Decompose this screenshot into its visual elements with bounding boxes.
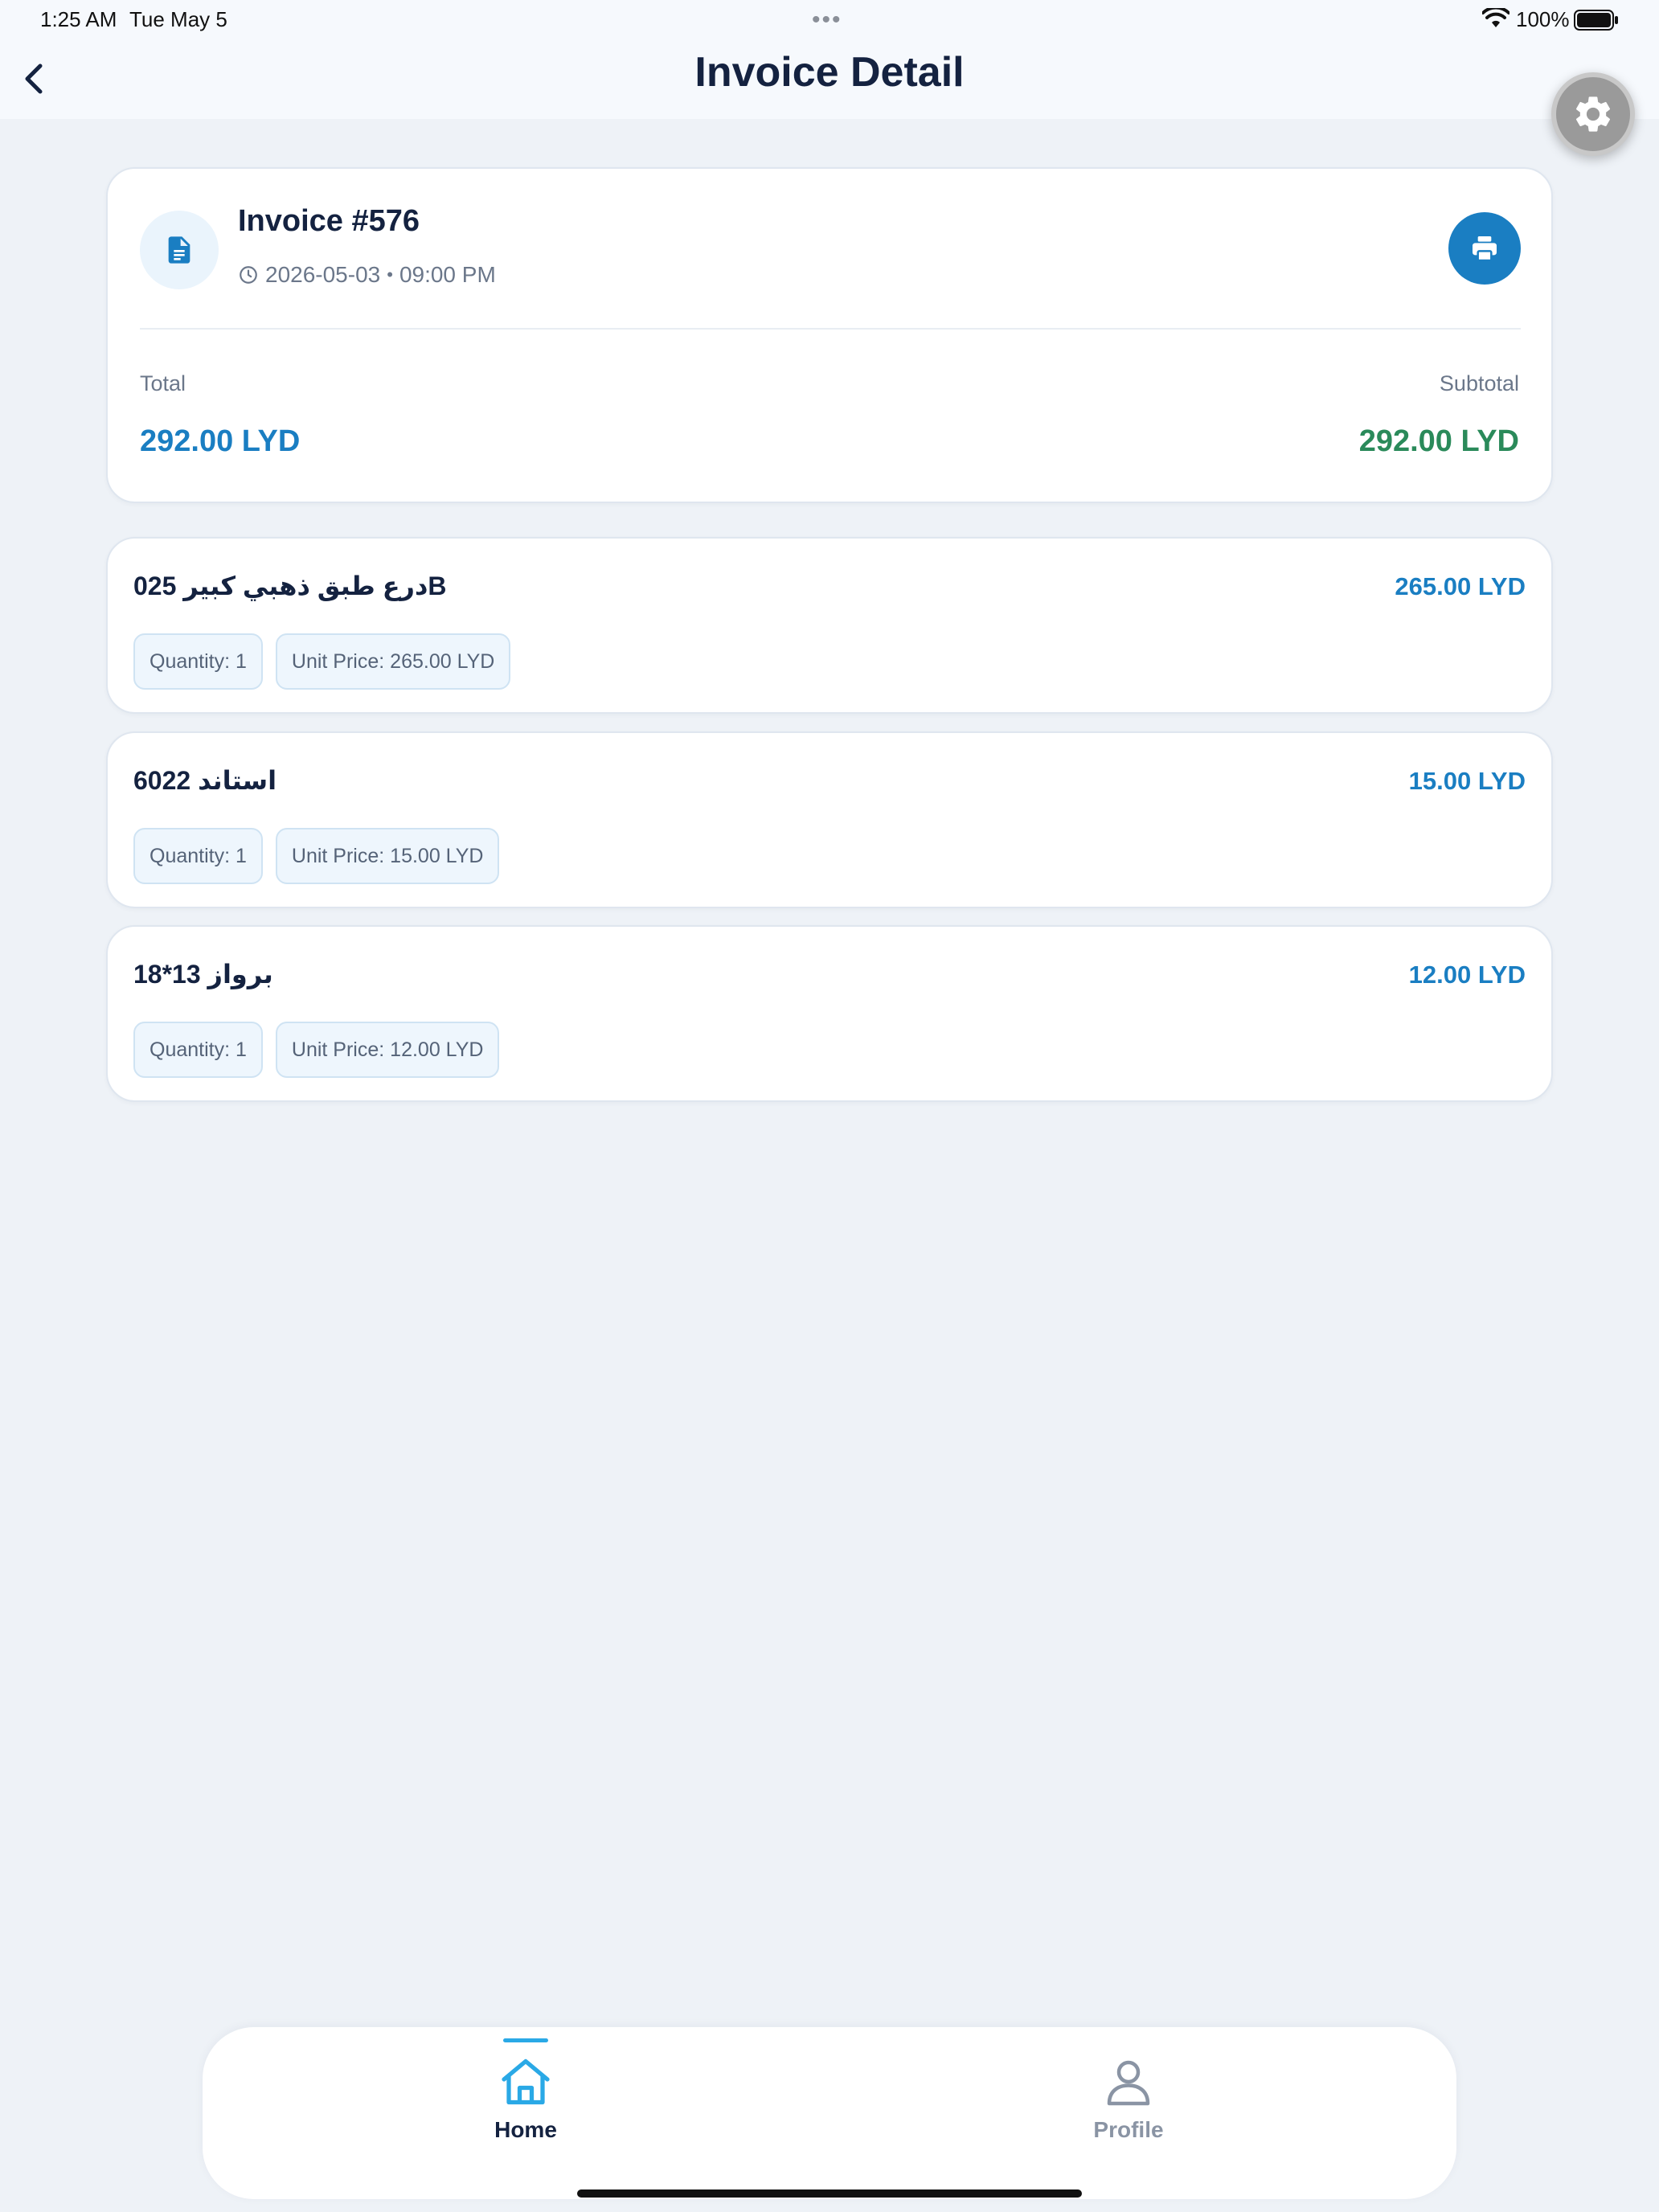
active-tab-indicator xyxy=(503,2038,548,2042)
invoice-date: 2026-05-03 xyxy=(265,262,381,287)
home-indicator[interactable] xyxy=(577,2189,1082,2198)
status-date: Tue May 5 xyxy=(129,7,227,31)
home-icon xyxy=(502,2058,550,2105)
navigation-bar: Invoice Detail xyxy=(0,39,1659,119)
line-item: درع طبق ذهبي كبير 025B 265.00 LYD Quanti… xyxy=(106,537,1553,714)
item-chips: Quantity: 1 Unit Price: 15.00 LYD xyxy=(133,828,500,884)
subtotal-value: 292.00 LYD xyxy=(1358,424,1519,458)
item-name: درع طبق ذهبي كبير 025B xyxy=(133,571,447,600)
tab-profile-label: Profile xyxy=(1093,2117,1164,2142)
quantity-chip: Quantity: 1 xyxy=(133,1022,263,1078)
document-icon xyxy=(168,236,190,264)
invoice-icon-badge xyxy=(140,211,219,289)
item-name: برواز 13*18 xyxy=(133,960,273,989)
invoice-datetime: 2026-05-03 • 09:00 PM xyxy=(238,262,496,288)
item-chips: Quantity: 1 Unit Price: 265.00 LYD xyxy=(133,633,511,690)
multitasking-dots[interactable]: ••• xyxy=(812,6,842,34)
total-value: 292.00 LYD xyxy=(140,424,301,458)
print-button[interactable] xyxy=(1448,212,1521,285)
clock-icon xyxy=(240,266,257,284)
gear-icon xyxy=(1575,96,1611,132)
status-time: 1:25 AM xyxy=(40,7,117,31)
item-total: 265.00 LYD xyxy=(1395,572,1526,600)
settings-button[interactable] xyxy=(1551,72,1635,156)
page-title: Invoice Detail xyxy=(694,49,965,96)
item-name: استاند 6022 xyxy=(133,766,277,795)
status-bar: 1:25 AM Tue May 5 ••• 100% xyxy=(0,0,1659,39)
user-icon xyxy=(1107,2060,1150,2106)
subtotal-label: Subtotal xyxy=(1439,371,1519,395)
unit-price-chip: Unit Price: 15.00 LYD xyxy=(275,828,500,884)
invoice-time: 09:00 PM xyxy=(399,262,496,287)
item-total: 15.00 LYD xyxy=(1408,767,1526,795)
tab-home-label: Home xyxy=(494,2117,557,2142)
quantity-chip: Quantity: 1 xyxy=(133,633,263,690)
tab-home[interactable]: Home xyxy=(405,2027,646,2199)
item-total: 12.00 LYD xyxy=(1408,961,1526,989)
item-chips: Quantity: 1 Unit Price: 12.00 LYD xyxy=(133,1022,500,1078)
card-divider xyxy=(140,328,1521,330)
line-item: برواز 13*18 12.00 LYD Quantity: 1 Unit P… xyxy=(106,925,1553,1102)
wifi-icon xyxy=(1481,6,1510,35)
line-item: استاند 6022 15.00 LYD Quantity: 1 Unit P… xyxy=(106,731,1553,908)
battery-percent: 100% xyxy=(1516,7,1570,31)
battery-icon xyxy=(1574,10,1619,36)
invoice-summary-card: Invoice #576 2026-05-03 • 09:00 PM Total… xyxy=(106,167,1553,503)
quantity-chip: Quantity: 1 xyxy=(133,828,263,884)
printer-icon xyxy=(1473,236,1497,262)
total-label: Total xyxy=(140,371,186,395)
tab-profile[interactable]: Profile xyxy=(1008,2027,1249,2199)
invoice-number: Invoice #576 xyxy=(238,204,420,238)
unit-price-chip: Unit Price: 265.00 LYD xyxy=(275,633,511,690)
bottom-tab-bar: Home Profile xyxy=(203,2027,1456,2199)
meta-separator: • xyxy=(387,264,393,285)
unit-price-chip: Unit Price: 12.00 LYD xyxy=(275,1022,500,1078)
